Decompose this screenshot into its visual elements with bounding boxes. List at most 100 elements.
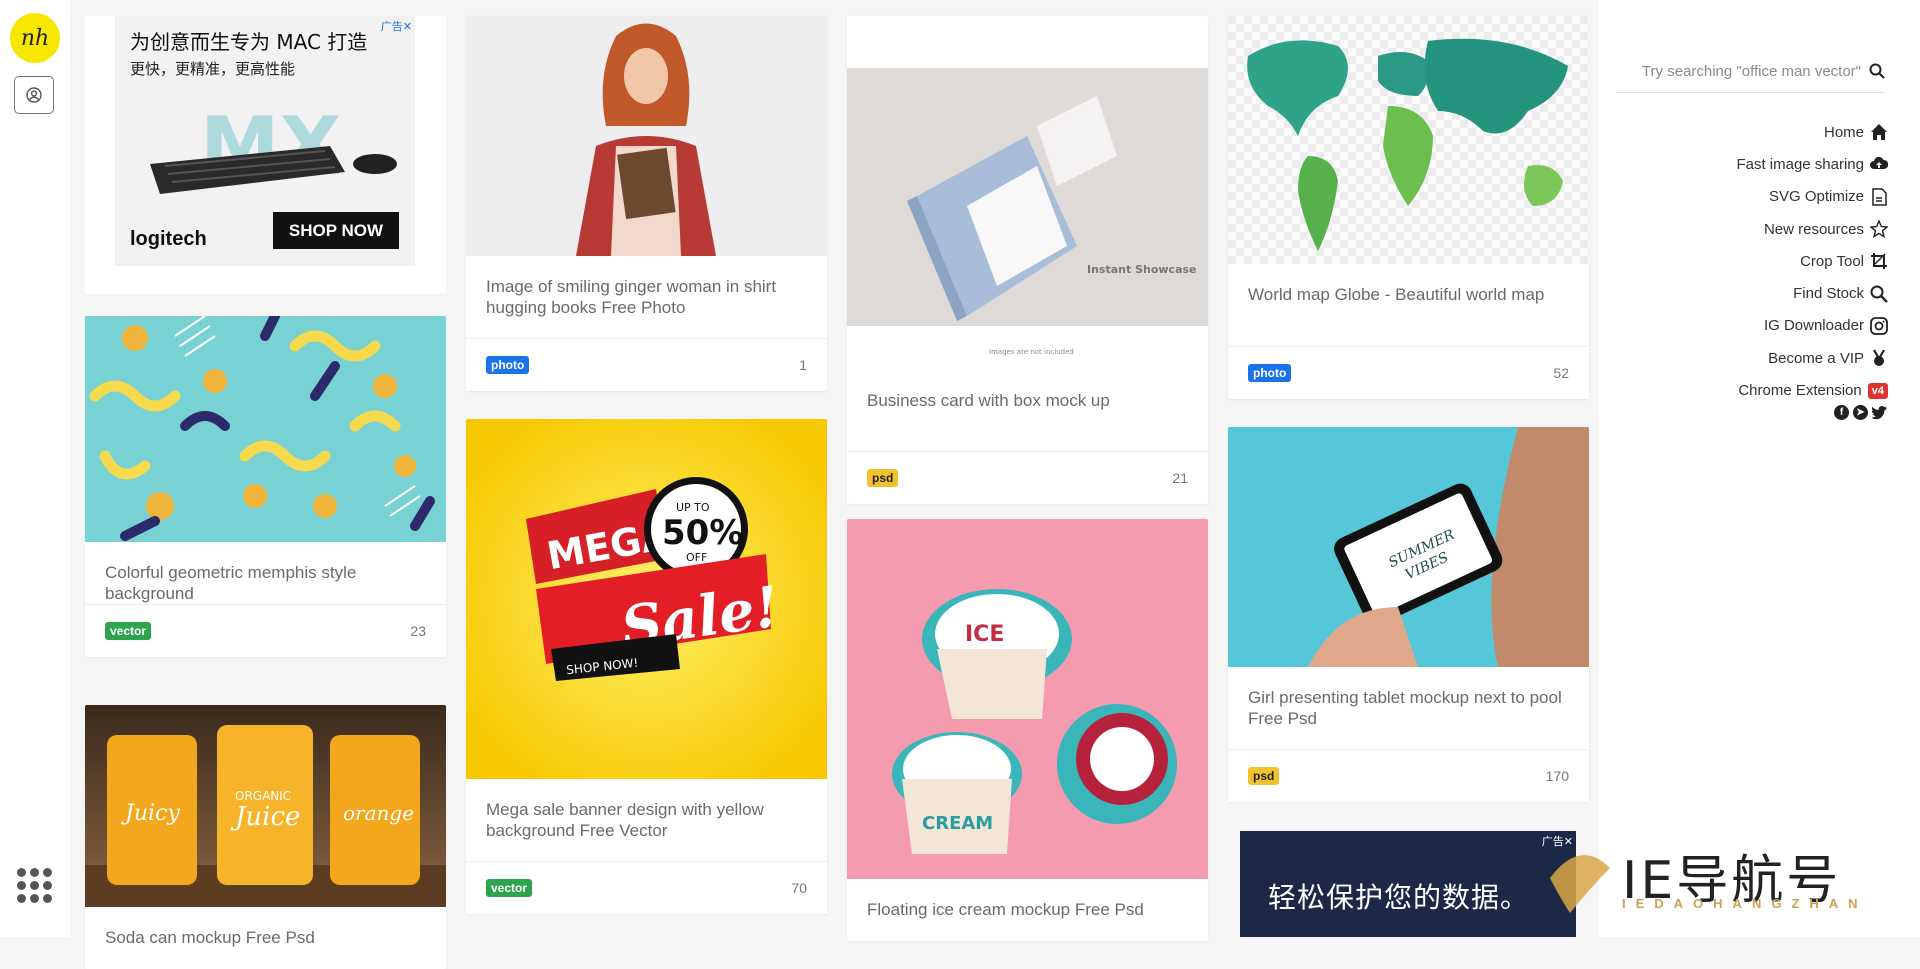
card-footer: photo 52 [1228, 346, 1589, 399]
type-badge[interactable]: photo [1248, 364, 1292, 382]
svg-file-icon [1872, 187, 1887, 206]
download-count: 52 [1553, 365, 1569, 381]
nav-become-vip[interactable]: Become a VIP [1736, 342, 1888, 374]
social-links: f ➤ [1834, 405, 1888, 420]
resource-card[interactable]: Colorful geometric memphis style backgro… [85, 316, 446, 657]
medal-icon [1873, 349, 1885, 367]
resource-card[interactable]: SUMMER VIBES Girl presenting tablet mock… [1228, 427, 1589, 802]
sidebar-nav: Home Fast image sharing SVG Optimize New… [1736, 116, 1888, 407]
watermark-subtext: IEDAOHANGZHAN [1622, 896, 1868, 911]
nav-label: Home [1823, 123, 1864, 141]
search-bar [1616, 50, 1885, 93]
card-title[interactable]: Soda can mockup Free Psd [85, 907, 446, 969]
cup-ice-text: ICE [965, 622, 1004, 647]
card-thumbnail[interactable] [466, 16, 827, 256]
telegram-icon[interactable]: ➤ [1853, 405, 1868, 420]
download-count: 1 [799, 357, 807, 373]
card-title[interactable]: Girl presenting tablet mockup next to po… [1228, 667, 1589, 729]
memphis-pattern-image [85, 316, 446, 542]
business-card-image: Instant Showcase Images are not included [847, 16, 1208, 370]
twitter-icon[interactable] [1872, 405, 1888, 420]
nav-home[interactable]: Home [1736, 116, 1888, 148]
resource-card[interactable]: ICE CREAM Floating ice cream mockup Free… [847, 519, 1208, 941]
nav-label: Become a VIP [1768, 349, 1864, 367]
resource-card[interactable]: Instant Showcase Images are not included… [847, 16, 1208, 504]
soda-cans-image: Juicy ORGANIC Juice orange [85, 705, 446, 907]
user-circle-icon [26, 87, 42, 103]
download-count: 21 [1172, 470, 1188, 486]
resource-card[interactable]: Image of smiling ginger woman in shirt h… [466, 16, 827, 391]
soda-label-juicy: Juicy [121, 801, 180, 826]
site-logo[interactable]: nh [10, 13, 60, 63]
home-icon [1871, 124, 1887, 141]
resource-card[interactable]: MEGA UP TO 50% OFF Sale! SHOP NOW! Mega … [466, 419, 827, 914]
star-icon [1870, 220, 1888, 239]
type-badge[interactable]: vector [486, 879, 533, 897]
card-title[interactable]: Business card with box mock up [847, 370, 1208, 432]
nav-svg-optimize[interactable]: SVG Optimize [1736, 181, 1888, 213]
facebook-icon[interactable]: f [1834, 405, 1849, 420]
ad-close-icon[interactable]: 广告✕ [381, 18, 412, 34]
nav-label: Chrome Extension [1738, 382, 1862, 400]
soda-label-juice: Juice [230, 802, 300, 832]
search-input[interactable] [1619, 61, 1863, 81]
ad-banner[interactable]: 为创意而生专为 MAC 打造 更快，更精准，更高性能 MX logitech S… [115, 16, 415, 266]
watermark-logo-icon [1550, 855, 1610, 913]
ad-keyboard-mouse-image: MX [150, 100, 397, 194]
card-title[interactable]: Floating ice cream mockup Free Psd [847, 879, 1208, 941]
version-badge: v4 [1867, 382, 1888, 399]
card-thumbnail[interactable] [85, 316, 446, 542]
resource-card[interactable]: Juicy ORGANIC Juice orange Soda can mock… [85, 705, 446, 969]
cup-cream-text: CREAM [922, 813, 993, 834]
card-thumbnail[interactable] [1228, 16, 1589, 264]
type-badge[interactable]: psd [867, 469, 899, 487]
ad-shop-now-button[interactable]: SHOP NOW [273, 212, 399, 249]
card-footer: psd 170 [1228, 749, 1589, 802]
ginger-woman-image [466, 16, 827, 256]
apps-grid-icon[interactable] [17, 868, 53, 904]
ice-cream-cups-image: ICE CREAM [847, 519, 1208, 879]
nav-label: Find Stock [1793, 285, 1864, 303]
type-badge[interactable]: vector [105, 622, 152, 640]
advertisement-top[interactable]: 为创意而生专为 MAC 打造 更快，更精准，更高性能 MX logitech S… [85, 16, 446, 294]
nav-crop-tool[interactable]: Crop Tool [1736, 245, 1888, 277]
nav-find-stock[interactable]: Find Stock [1736, 277, 1888, 309]
cloud-upload-icon [1870, 157, 1888, 170]
type-badge[interactable]: psd [1248, 767, 1280, 785]
banner-50-text: 50% [662, 513, 743, 553]
advertisement-bottom[interactable]: 轻松保护您的数据。 广告✕ [1240, 831, 1576, 937]
nav-fast-image-sharing[interactable]: Fast image sharing [1736, 148, 1888, 180]
mockup-instant-text: Instant Showcase [1087, 263, 1197, 276]
right-sidebar: Home Fast image sharing SVG Optimize New… [1598, 0, 1920, 937]
nav-new-resources[interactable]: New resources [1736, 213, 1888, 245]
soda-label-orange: orange [343, 801, 414, 825]
instagram-icon [1870, 317, 1888, 335]
nav-chrome-extension[interactable]: Chrome Extension v4 [1736, 374, 1888, 406]
left-rail: nh [0, 0, 70, 937]
mega-sale-banner-image: MEGA UP TO 50% OFF Sale! SHOP NOW! [466, 419, 827, 779]
logo-text: nh [20, 25, 50, 51]
type-badge[interactable]: photo [486, 356, 530, 374]
resource-card[interactable]: World map Globe - Beautiful world map ph… [1228, 16, 1589, 399]
user-account-button[interactable] [14, 76, 54, 114]
ad-headline: 为创意而生专为 MAC 打造 [130, 30, 368, 54]
download-count: 170 [1545, 768, 1569, 784]
search-icon[interactable] [1869, 63, 1885, 79]
card-thumbnail[interactable]: ICE CREAM [847, 519, 1208, 879]
card-footer: photo 1 [466, 338, 827, 391]
card-title[interactable]: Mega sale banner design with yellow back… [466, 779, 827, 841]
banner-off-text: OFF [686, 551, 707, 564]
card-thumbnail[interactable]: MEGA UP TO 50% OFF Sale! SHOP NOW! [466, 419, 827, 779]
nav-label: Crop Tool [1800, 252, 1864, 270]
card-title[interactable]: Colorful geometric memphis style backgro… [85, 542, 446, 604]
card-thumbnail[interactable]: Instant Showcase Images are not included [847, 16, 1208, 370]
card-footer: vector 70 [466, 861, 827, 914]
card-footer: vector 23 [85, 604, 446, 657]
nav-ig-downloader[interactable]: IG Downloader [1736, 310, 1888, 342]
card-footer: psd 21 [847, 451, 1208, 504]
card-thumbnail[interactable]: Juicy ORGANIC Juice orange [85, 705, 446, 907]
card-thumbnail[interactable]: SUMMER VIBES [1228, 427, 1589, 667]
card-title[interactable]: World map Globe - Beautiful world map [1228, 264, 1589, 326]
ad-bottom-text: 轻松保护您的数据。 [1268, 881, 1530, 914]
card-title[interactable]: Image of smiling ginger woman in shirt h… [466, 256, 827, 318]
